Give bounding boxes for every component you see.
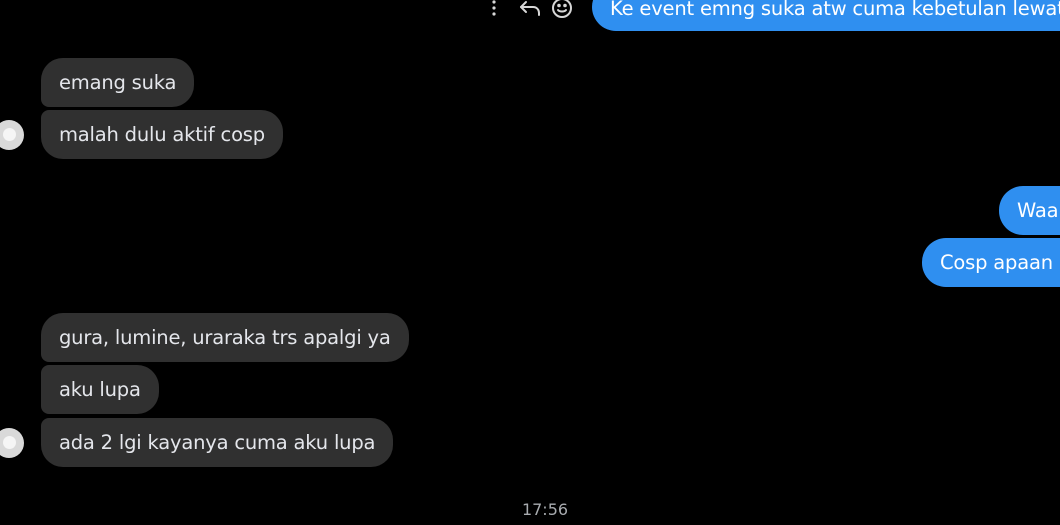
message-actions <box>480 0 576 22</box>
outgoing-message-bubble[interactable]: Ke event emng suka atw cuma kebetulan le… <box>592 0 1060 31</box>
reply-icon[interactable] <box>516 0 544 22</box>
message-text: gura, lumine, uraraka trs apalgi ya <box>59 326 391 349</box>
message-text: Cosp apaan <box>940 251 1053 274</box>
message-text: ada 2 lgi kayanya cuma aku lupa <box>59 431 376 454</box>
sender-avatar[interactable] <box>0 120 24 150</box>
incoming-message-bubble[interactable]: emang suka <box>41 58 195 107</box>
outgoing-message-bubble[interactable]: Waa <box>999 186 1060 235</box>
message-text: Ke event emng suka atw cuma kebetulan le… <box>610 0 1060 20</box>
message-text: aku lupa <box>59 378 141 401</box>
message-text: Waa <box>1017 199 1059 222</box>
incoming-message-bubble[interactable]: gura, lumine, uraraka trs apalgi ya <box>41 313 409 362</box>
message-text: emang suka <box>59 71 177 94</box>
incoming-message-bubble[interactable]: aku lupa <box>41 365 159 414</box>
sender-avatar[interactable] <box>0 428 24 458</box>
emoji-icon[interactable] <box>548 0 576 22</box>
incoming-message-bubble[interactable]: malah dulu aktif cosp <box>41 110 283 159</box>
incoming-message-bubble[interactable]: ada 2 lgi kayanya cuma aku lupa <box>41 418 394 467</box>
outgoing-message-bubble[interactable]: Cosp apaan <box>922 238 1060 287</box>
message-text: malah dulu aktif cosp <box>59 123 265 146</box>
more-options-icon[interactable] <box>480 0 508 22</box>
message-timestamp: 17:56 <box>521 500 569 519</box>
